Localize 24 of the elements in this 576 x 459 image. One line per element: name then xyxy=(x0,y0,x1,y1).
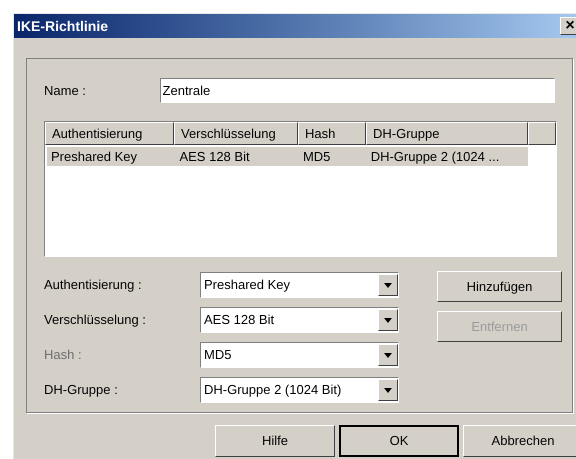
column-header[interactable]: DH-Gruppe xyxy=(366,122,528,145)
dropdown[interactable]: AES 128 Bit xyxy=(200,307,399,333)
column-header[interactable]: Authentisierung xyxy=(45,122,174,145)
dropdown[interactable]: DH-Gruppe 2 (1024 Bit) xyxy=(200,377,399,403)
dropdown[interactable]: Preshared Key xyxy=(200,272,399,298)
field-label: Authentisierung : xyxy=(44,276,143,294)
dialog-button[interactable]: OK xyxy=(339,425,459,457)
table-cell-text: AES 128 Bit xyxy=(178,148,251,166)
field-label: Hash : xyxy=(44,346,83,364)
table-cell-text: MD5 xyxy=(302,148,332,166)
table-cell-text: Preshared Key xyxy=(50,148,138,166)
column-header[interactable]: Hash xyxy=(298,122,366,145)
name-label: Name : xyxy=(44,82,87,100)
table-cell-text: DH-Gruppe 2 (1024 ... xyxy=(370,148,500,166)
window-title: IKE-Richtlinie xyxy=(17,16,108,36)
field-label: Verschlüsselung : xyxy=(44,311,147,330)
table-row[interactable]: Preshared Key AES 128 Bit MD5 DH-Gruppe 2 (1024 ... xyxy=(47,147,528,166)
action-button[interactable]: Hinzufügen xyxy=(437,271,562,302)
close-button[interactable]: × xyxy=(560,17,576,35)
name-input[interactable]: Zentrale xyxy=(160,78,555,103)
dialog-button[interactable]: Hilfe xyxy=(215,425,335,457)
field-label: DH-Gruppe : xyxy=(44,381,119,400)
column-header[interactable]: Verschlüsselung xyxy=(174,122,298,145)
dialog-button[interactable]: Abbrechen xyxy=(463,425,576,457)
